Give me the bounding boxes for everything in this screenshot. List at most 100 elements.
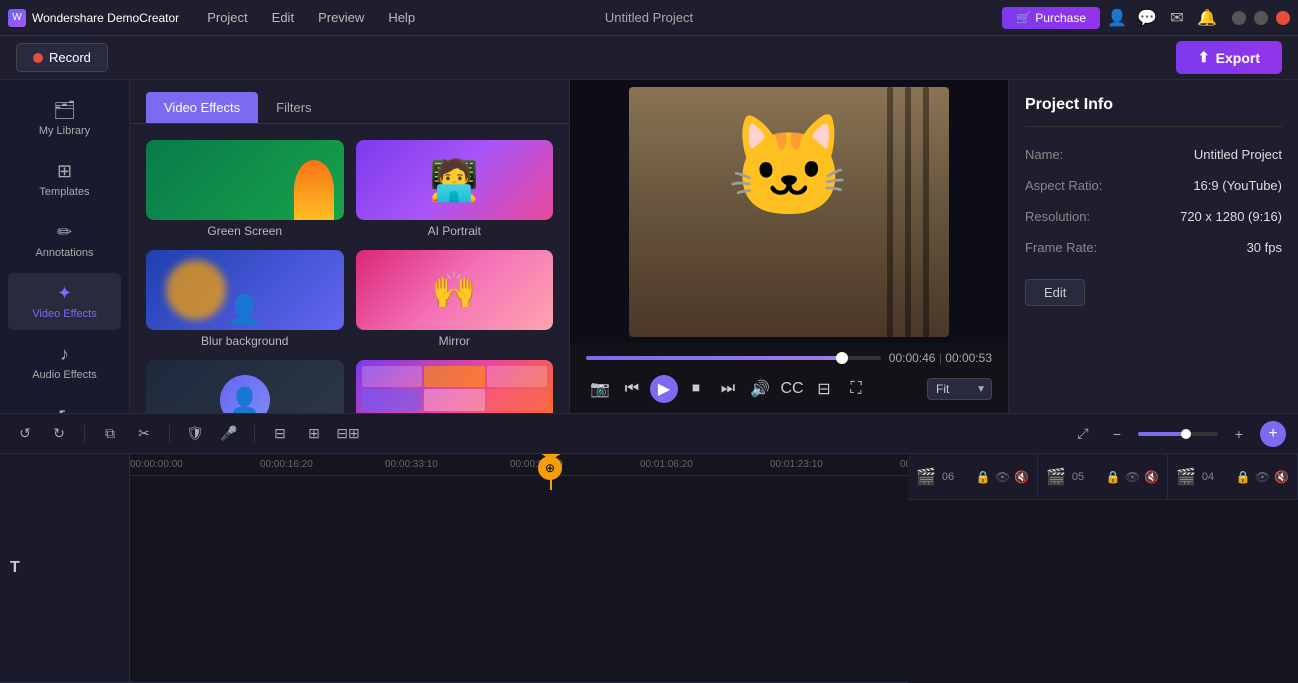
menu-preview[interactable]: Preview [306, 6, 376, 29]
mic-button[interactable]: 🎤 [216, 421, 242, 447]
multitrack-button[interactable]: ⊟⊞ [335, 421, 361, 447]
border-overlay-thumb: 👤 [146, 360, 344, 413]
quality-button[interactable]: ⊟ [810, 375, 838, 403]
tab-filters[interactable]: Filters [258, 92, 329, 123]
record-button[interactable]: Record [16, 43, 108, 72]
effect-ai-portrait[interactable]: 🧑‍💻 AI Portrait [356, 140, 554, 238]
time-display: 00:00:46 | 00:00:53 [889, 351, 992, 365]
name-value: Untitled Project [1194, 147, 1282, 162]
info-row-name: Name: Untitled Project [1025, 147, 1282, 162]
play-button[interactable]: ▶ [650, 375, 678, 403]
eye-icon-05[interactable]: 👁 [1125, 470, 1140, 484]
split-button[interactable]: ⧉ [97, 421, 123, 447]
export-button[interactable]: ⬆ Export [1176, 41, 1282, 74]
user-icon[interactable]: 👤 [1108, 9, 1126, 27]
fit-timeline-button[interactable]: ⤢ [1070, 421, 1096, 447]
frame-rate-label: Frame Rate: [1025, 240, 1097, 255]
track-04-icon: 🎬 [1176, 467, 1196, 487]
info-row-aspect-ratio: Aspect Ratio: 16:9 (YouTube) [1025, 178, 1282, 193]
frame-rate-value: 30 fps [1247, 240, 1282, 255]
screenshot-button[interactable]: 📷 [586, 375, 614, 403]
step-back-button[interactable]: ⏮ [618, 375, 646, 403]
zoom-out-button[interactable]: − [1104, 421, 1130, 447]
notification-icon[interactable]: 🔔 [1198, 9, 1216, 27]
effect-border-overlay[interactable]: 👤 Border Overlay [146, 360, 344, 413]
caption-button[interactable]: CC [778, 375, 806, 403]
title-bar-right: 🛒 Purchase 👤 💬 ✉ 🔔 ─ □ ✕ [1002, 7, 1290, 29]
project-info-panel: Project Info Name: Untitled Project Aspe… [1008, 80, 1298, 413]
left-sidebar: 🗂 My Library ⊞ Templates ✏ Annotations ✦… [0, 80, 130, 413]
mute-icon[interactable]: 🔇 [1014, 470, 1029, 484]
fullscreen-button[interactable]: ⛶ [842, 375, 870, 403]
overlay-button[interactable]: ⊞ [301, 421, 327, 447]
playback-controls: 📷 ⏮ ▶ ⏹ ⏭ 🔊 CC ⊟ ⛶ Fit 100% 75% [570, 369, 1008, 413]
menu-project[interactable]: Project [195, 6, 259, 29]
track-06-icon: 🎬 [916, 467, 936, 487]
titlebar-icons: 👤 💬 ✉ 🔔 [1108, 9, 1216, 27]
redo-button[interactable]: ↻ [46, 421, 72, 447]
add-track-button[interactable]: + [1260, 421, 1286, 447]
shield-button[interactable]: 🛡 [182, 421, 208, 447]
ai-portrait-thumb: 🧑‍💻 [356, 140, 554, 220]
effect-mirror[interactable]: 🙌 Mirror [356, 250, 554, 348]
aspect-ratio-label: Aspect Ratio: [1025, 178, 1102, 193]
effect-mosaic[interactable]: Mosaic [356, 360, 554, 413]
menu-edit[interactable]: Edit [260, 6, 306, 29]
preview-cat-image: 🐱 [629, 87, 949, 337]
progress-thumb [836, 352, 848, 364]
stop-button[interactable]: ⏹ [682, 375, 710, 403]
sidebar-item-audio-effects[interactable]: ♪ Audio Effects [8, 334, 121, 391]
eye-icon[interactable]: 👁 [995, 470, 1010, 484]
timecode-1: 00:00:16:20 [260, 459, 313, 470]
effect-blur-background[interactable]: Blur background [146, 250, 344, 348]
timecode-2: 00:00:33:10 [385, 459, 438, 470]
step-forward-button[interactable]: ⏭ [714, 375, 742, 403]
lock-icon[interactable]: 🔒 [976, 470, 991, 484]
effects-panel: Video Effects Filters Green Screen 🧑‍💻 A… [130, 80, 570, 413]
cat-body: 🐱 [727, 117, 852, 217]
templates-icon: ⊞ [57, 161, 72, 182]
lock-icon-05[interactable]: 🔒 [1106, 470, 1121, 484]
timecode-6: 00:01:40:00 [900, 459, 908, 470]
crop-button[interactable]: ✂ [131, 421, 157, 447]
close-button[interactable]: ✕ [1276, 11, 1290, 25]
record-dot-icon [33, 53, 43, 63]
fit-select[interactable]: Fit 100% 75% 50% 25% [927, 378, 992, 400]
aspect-ratio-value: 16:9 (YouTube) [1193, 178, 1282, 193]
lock-icon-04[interactable]: 🔒 [1236, 470, 1251, 484]
minimize-button[interactable]: ─ [1232, 11, 1246, 25]
mail-icon[interactable]: ✉ [1168, 9, 1186, 27]
sidebar-item-templates[interactable]: ⊞ Templates [8, 151, 121, 208]
subtitle-button[interactable]: ⊟ [267, 421, 293, 447]
effect-green-screen[interactable]: Green Screen [146, 140, 344, 238]
sidebar-item-my-library[interactable]: 🗂 My Library [8, 90, 121, 147]
mute-icon-04[interactable]: 🔇 [1274, 470, 1289, 484]
green-screen-label: Green Screen [146, 224, 344, 238]
undo-button[interactable]: ↺ [12, 421, 38, 447]
window-bar-2 [905, 87, 911, 337]
title-bar-left: W Wondershare DemoCreator Project Edit P… [8, 6, 427, 29]
progress-track[interactable] [586, 356, 881, 360]
project-info-title: Project Info [1025, 96, 1282, 127]
sidebar-item-video-effects[interactable]: ✦ Video Effects [8, 273, 121, 330]
sidebar-item-cursor-effects[interactable]: ↖ Cursor Effects [8, 395, 121, 413]
track-row-06: 🎬 06 🔒 👁 🔇 🎬 talking cat- 🐱 [908, 454, 1038, 500]
messages-icon[interactable]: 💬 [1138, 9, 1156, 27]
menu-help[interactable]: Help [376, 6, 427, 29]
zoom-track[interactable] [1138, 432, 1218, 436]
mirror-thumb: 🙌 [356, 250, 554, 330]
zoom-in-button[interactable]: + [1226, 421, 1252, 447]
purchase-button[interactable]: 🛒 Purchase [1002, 7, 1100, 29]
tab-video-effects[interactable]: Video Effects [146, 92, 258, 123]
mute-icon-05[interactable]: 🔇 [1144, 470, 1159, 484]
edit-button[interactable]: Edit [1025, 279, 1085, 306]
track-04-num: 04 [1202, 471, 1214, 483]
playback-right: Fit 100% 75% 50% 25% ▼ [927, 378, 992, 400]
sidebar-item-annotations[interactable]: ✏ Annotations [8, 212, 121, 269]
toolbar-right: ⤢ − + + [1070, 421, 1286, 447]
timeline-toolbar: ↺ ↻ ⧉ ✂ 🛡 🎤 ⊟ ⊞ ⊟⊞ ⤢ − + + [0, 414, 1298, 454]
volume-button[interactable]: 🔊 [746, 375, 774, 403]
maximize-button[interactable]: □ [1254, 11, 1268, 25]
eye-icon-04[interactable]: 👁 [1255, 470, 1270, 484]
zoom-thumb [1181, 429, 1191, 439]
